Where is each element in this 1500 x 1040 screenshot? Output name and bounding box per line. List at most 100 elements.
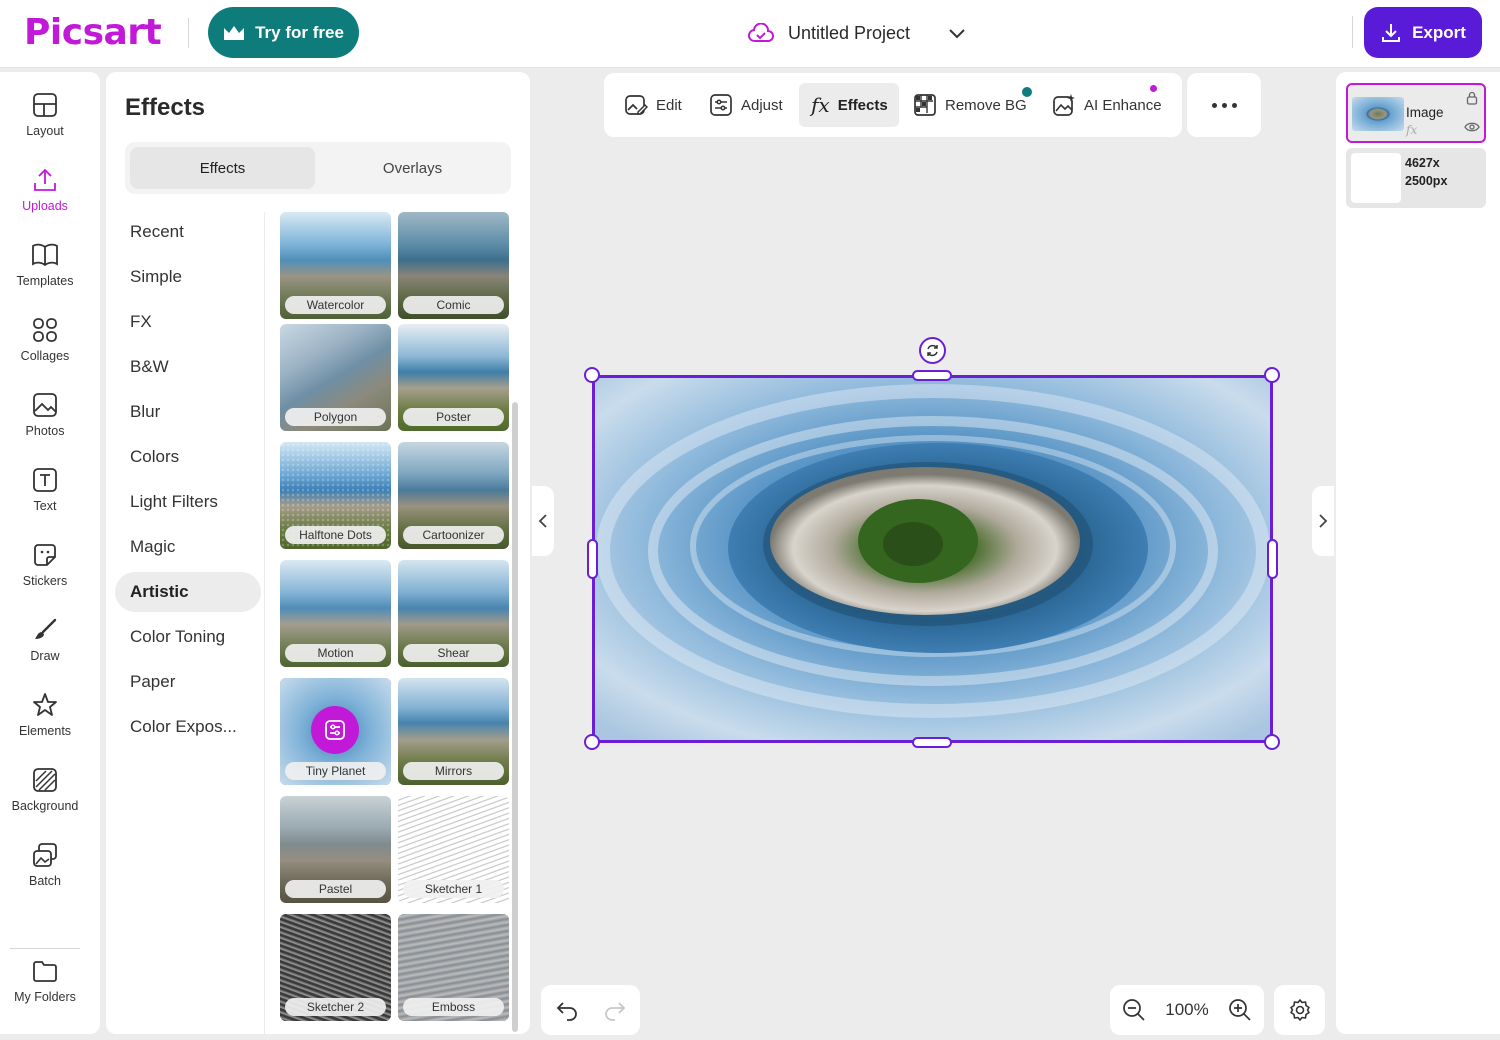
category-fx[interactable]: FX <box>115 302 261 342</box>
try-for-free-label: Try for free <box>255 22 344 42</box>
thumbnail-scrollbar[interactable] <box>512 402 518 1032</box>
effect-thumb-cartoonizer[interactable]: Cartoonizer <box>398 442 509 549</box>
cloud-check-icon <box>748 23 774 42</box>
resize-handle-top-left[interactable] <box>584 367 600 383</box>
try-for-free-button[interactable]: Try for free <box>208 7 359 58</box>
lock-icon[interactable] <box>1466 91 1478 105</box>
dot <box>1221 102 1227 108</box>
export-button[interactable]: Export <box>1364 7 1482 58</box>
category-recent[interactable]: Recent <box>115 212 261 252</box>
layer-name: Image <box>1406 105 1444 120</box>
chevron-right-icon <box>1319 514 1328 528</box>
tool-effects[interactable]: fx Effects <box>799 83 899 127</box>
rail-item-stickers[interactable]: Stickers <box>0 542 90 612</box>
resize-handle-bottom-left[interactable] <box>584 734 600 750</box>
effect-thumb-watercolor[interactable]: Watercolor <box>280 212 391 319</box>
effect-thumb-pastel[interactable]: Pastel <box>280 796 391 903</box>
more-options-button[interactable] <box>1187 73 1261 137</box>
effects-overlays-switch: Effects Overlays <box>125 142 511 194</box>
category-bw[interactable]: B&W <box>115 347 261 387</box>
rail-label-stickers: Stickers <box>22 574 68 588</box>
adjust-effect-button[interactable] <box>311 706 359 754</box>
category-blur[interactable]: Blur <box>115 392 261 432</box>
rail-item-batch[interactable]: Batch <box>0 842 90 912</box>
project-title-dropdown[interactable]: Untitled Project <box>748 18 966 48</box>
rail-item-text[interactable]: Text <box>0 467 90 537</box>
layer-item-background[interactable]: 4627x 2500px <box>1346 148 1486 208</box>
zoom-out-icon[interactable] <box>1122 998 1146 1022</box>
rail-item-templates[interactable]: Templates <box>0 242 90 312</box>
category-color-toning[interactable]: Color Toning <box>115 617 261 657</box>
layer-item-image[interactable]: Image fx <box>1346 83 1486 143</box>
effect-label: Polygon <box>285 408 386 426</box>
resize-handle-right[interactable] <box>1267 539 1278 579</box>
notification-dot <box>1150 85 1157 92</box>
dot <box>1211 102 1217 108</box>
effect-thumb-polygon[interactable]: Polygon <box>280 324 391 431</box>
category-simple[interactable]: Simple <box>115 257 261 297</box>
effect-label: Mirrors <box>403 762 504 780</box>
tab-effects[interactable]: Effects <box>130 147 315 189</box>
history-controls <box>541 985 640 1035</box>
star-icon <box>33 693 57 716</box>
layers-panel: Image fx 4627x 2500px <box>1336 72 1500 1034</box>
rail-item-collages[interactable]: Collages <box>0 317 90 387</box>
rail-label-draw: Draw <box>30 649 60 663</box>
rail-item-my-folders[interactable]: My Folders <box>0 958 90 1028</box>
tool-edit[interactable]: Edit <box>612 83 694 127</box>
resize-handle-top-right[interactable] <box>1264 367 1280 383</box>
effects-thumbnail-grid: Watercolor Comic Polygon Poster Halftone… <box>280 212 510 1034</box>
rail-item-photos[interactable]: Photos <box>0 392 90 462</box>
tool-remove-bg[interactable]: Remove BG <box>901 83 1039 127</box>
rail-label-elements: Elements <box>18 724 72 738</box>
effect-thumb-mirrors[interactable]: Mirrors <box>398 678 509 785</box>
effect-thumb-emboss[interactable]: Emboss <box>398 914 509 1021</box>
ai-enhance-icon <box>1053 94 1075 116</box>
rail-item-background[interactable]: Background <box>0 767 90 837</box>
canvas-settings-button[interactable] <box>1274 985 1325 1035</box>
category-artistic[interactable]: Artistic <box>115 572 261 612</box>
dot <box>1231 102 1237 108</box>
resize-handle-bottom-right[interactable] <box>1264 734 1280 750</box>
tool-adjust[interactable]: Adjust <box>697 83 795 127</box>
effect-thumb-poster[interactable]: Poster <box>398 324 509 431</box>
effect-thumb-motion[interactable]: Motion <box>280 560 391 667</box>
download-icon <box>1382 23 1401 42</box>
effect-thumb-halftone-dots[interactable]: Halftone Dots <box>280 442 391 549</box>
tab-overlays[interactable]: Overlays <box>320 147 505 189</box>
resize-handle-left[interactable] <box>587 539 598 579</box>
rail-item-draw[interactable]: Draw <box>0 617 90 687</box>
eye-icon[interactable] <box>1464 121 1480 133</box>
effect-thumb-sketcher-2[interactable]: Sketcher 2 <box>280 914 391 1021</box>
rail-item-layout[interactable]: Layout <box>0 92 90 162</box>
effect-thumb-sketcher-1[interactable]: Sketcher 1 <box>398 796 509 903</box>
effect-label: Shear <box>403 644 504 662</box>
rail-item-uploads[interactable]: Uploads <box>0 167 90 237</box>
effect-thumb-shear[interactable]: Shear <box>398 560 509 667</box>
redo-icon[interactable] <box>603 999 627 1021</box>
rail-item-elements[interactable]: Elements <box>0 692 90 762</box>
undo-icon[interactable] <box>555 999 579 1021</box>
category-magic[interactable]: Magic <box>115 527 261 567</box>
zoom-in-icon[interactable] <box>1228 998 1252 1022</box>
category-colors[interactable]: Colors <box>115 437 261 477</box>
tool-adjust-label: Adjust <box>741 96 783 114</box>
resize-handle-top[interactable] <box>912 370 952 381</box>
rail-label-my-folders: My Folders <box>14 990 76 1004</box>
rail-label-background: Background <box>11 799 79 813</box>
picsart-logo[interactable]: Picsart <box>24 12 162 53</box>
category-color-exposure[interactable]: Color Expos... <box>115 707 261 747</box>
rail-label-collages: Collages <box>20 349 70 363</box>
templates-icon <box>32 243 58 267</box>
collapse-right-panel-button[interactable] <box>1312 486 1334 556</box>
collapse-left-panel-button[interactable] <box>532 486 554 556</box>
effect-thumb-comic[interactable]: Comic <box>398 212 509 319</box>
effect-thumb-tiny-planet[interactable]: Tiny Planet <box>280 678 391 785</box>
category-light-filters[interactable]: Light Filters <box>115 482 261 522</box>
project-title: Untitled Project <box>788 22 911 43</box>
resize-handle-bottom[interactable] <box>912 737 952 748</box>
rotate-handle[interactable] <box>919 337 946 364</box>
text-icon <box>33 468 57 492</box>
category-paper[interactable]: Paper <box>115 662 261 702</box>
canvas-width: 4627x <box>1405 156 1440 170</box>
